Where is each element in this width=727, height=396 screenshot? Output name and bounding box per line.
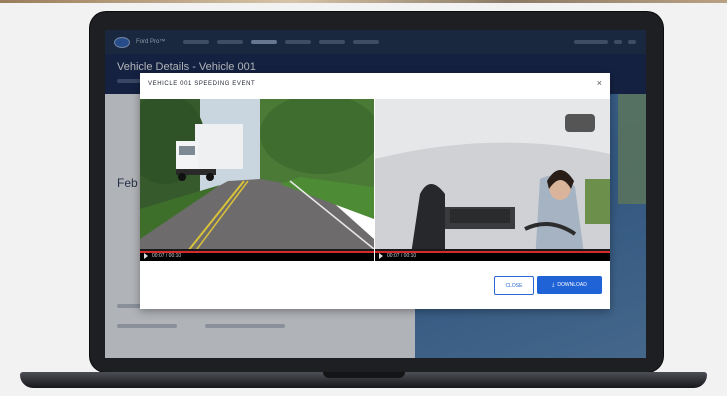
close-button[interactable]: CLOSE (494, 276, 534, 295)
close-icon[interactable]: × (597, 78, 602, 88)
background-photo-strip (0, 0, 727, 3)
cabin-video-controls: 00:07 / 00:10 (375, 251, 610, 261)
speeding-event-modal: VEHICLE 001 SPEEDING EVENT × 00:07 / 00:… (140, 73, 610, 309)
road-video-time: 00:07 / 00:10 (152, 253, 182, 259)
road-camera-video[interactable]: 00:07 / 00:10 (140, 99, 374, 261)
cabin-camera-video[interactable]: 00:07 / 00:10 (375, 99, 610, 261)
road-video-controls: 00:07 / 00:10 (140, 251, 374, 261)
close-button-label: CLOSE (505, 282, 523, 289)
download-button-label: DOWNLOAD (557, 282, 587, 288)
download-icon: ⤓ (552, 282, 555, 288)
download-button[interactable]: ⤓ DOWNLOAD (537, 276, 602, 294)
cabin-video-time: 00:07 / 00:10 (387, 253, 417, 259)
play-icon[interactable] (379, 253, 383, 259)
road-scene-image (140, 99, 374, 261)
modal-title: VEHICLE 001 SPEEDING EVENT (148, 81, 256, 87)
road-video-progress[interactable] (140, 251, 374, 253)
cabin-scene-image (375, 99, 610, 261)
modal-actions: CLOSE ⤓ DOWNLOAD (140, 271, 610, 301)
cabin-video-progress[interactable] (375, 251, 610, 253)
laptop-screen: Ford Pro™ Vehicle Details - Vehicle 001 … (105, 30, 646, 358)
play-icon[interactable] (144, 253, 148, 259)
laptop-notch (323, 372, 405, 378)
